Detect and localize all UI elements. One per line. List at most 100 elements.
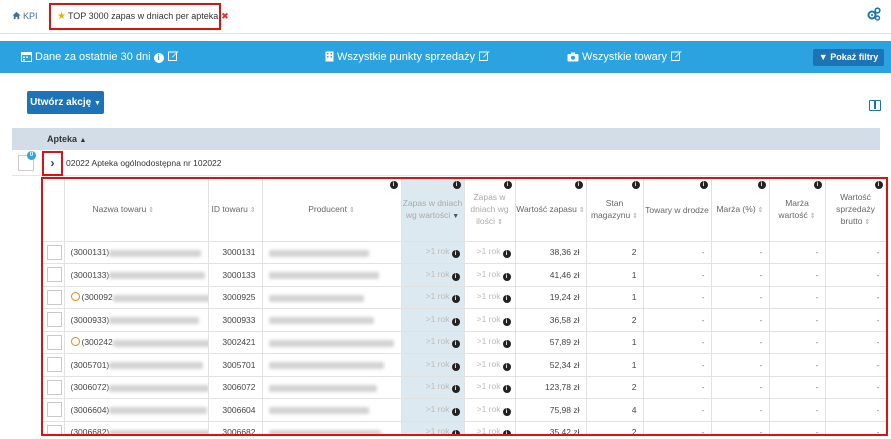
info-icon[interactable]: i: [451, 295, 460, 304]
product-name-cell: (3006072): [64, 376, 209, 399]
header-margin-value[interactable]: Marża wartość ⇕ i: [769, 179, 826, 242]
products-filter[interactable]: Wszystkie towary: [567, 50, 682, 63]
edit-icon[interactable]: [479, 50, 490, 61]
header-id[interactable]: ID towaru ⇕: [208, 179, 263, 242]
sales-gross: -: [825, 263, 886, 287]
table-row[interactable]: (3000133) 3000133 >1 rok i >1 rok i 41,46 zł 1-…: [43, 263, 886, 287]
sales-gross: -: [825, 286, 886, 309]
group-header-label[interactable]: Apteka ▲: [47, 134, 86, 144]
in-transit: -: [643, 398, 712, 422]
info-icon[interactable]: i: [451, 250, 460, 259]
row-checkbox[interactable]: [47, 312, 62, 328]
redacted-text: [109, 429, 207, 434]
row-checkbox[interactable]: [47, 289, 62, 305]
info-icon[interactable]: i: [153, 53, 164, 63]
stock-qty: 1: [586, 263, 644, 287]
margin-value: -: [769, 331, 826, 354]
info-icon[interactable]: i: [813, 181, 822, 189]
table-row[interactable]: (300242 3002421 >1 rok i >1 rok i 57,89 zł 1- - -…: [43, 331, 886, 354]
expand-group-button[interactable]: ›: [42, 151, 63, 176]
points-filter-label: Wszystkie punkty sprzedaży: [337, 51, 476, 63]
stock-days-qty-cell: >1 rok i: [464, 241, 516, 264]
info-icon[interactable]: i: [451, 362, 460, 371]
table-row[interactable]: (3000933) 3000933 >1 rok i >1 rok i 36,58 zł 2-…: [43, 308, 886, 332]
header-sales-gross[interactable]: Wartość sprzedaży brutto ⇕ i: [825, 179, 886, 242]
header-stock-value[interactable]: Wartość zapasu ⇕ i: [515, 179, 587, 242]
info-icon[interactable]: i: [451, 272, 460, 281]
create-action-button[interactable]: Utwórz akcję ▼: [27, 91, 104, 114]
stock-days-value-cell: >1 rok i: [401, 263, 465, 287]
filter-bar: Dane za ostatnie 30 dni i Wszystkie punkt…: [0, 41, 891, 73]
info-icon[interactable]: i: [699, 181, 708, 189]
redacted-text: [109, 384, 207, 392]
info-icon[interactable]: i: [451, 385, 460, 394]
gears-icon[interactable]: [867, 7, 881, 21]
info-icon[interactable]: i: [452, 181, 461, 189]
stock-value: 57,89 zł: [515, 331, 587, 354]
info-icon[interactable]: i: [502, 362, 511, 371]
info-icon[interactable]: i: [502, 250, 511, 259]
info-icon[interactable]: i: [389, 181, 398, 189]
tab-top3000[interactable]: ★ TOP 3000 zapas w dniach per apteka ✖: [49, 3, 229, 30]
info-icon[interactable]: i: [757, 181, 766, 189]
info-icon[interactable]: i: [502, 407, 511, 416]
tab-kpi[interactable]: KPI: [12, 11, 38, 21]
table-row[interactable]: (3005701) 3005701 >1 rok i >1 rok i 52,34 zł 1-…: [43, 353, 886, 377]
info-icon[interactable]: i: [502, 317, 511, 326]
info-icon[interactable]: i: [631, 181, 640, 189]
show-filters-button[interactable]: ▼ Pokaż filtry: [813, 49, 884, 66]
row-checkbox[interactable]: [47, 402, 62, 418]
info-icon[interactable]: i: [451, 430, 460, 434]
info-icon[interactable]: i: [874, 181, 883, 189]
table-row[interactable]: (3000131) 3000131 >1 rok i >1 rok i 38,36 zł 2-…: [43, 241, 886, 264]
margin-value: -: [769, 263, 826, 287]
in-transit: -: [643, 263, 712, 287]
columns-panel-icon[interactable]: [869, 100, 881, 111]
header-stock-days-value[interactable]: Zapas w dniach wg wartości ▼ i: [401, 179, 465, 242]
info-icon[interactable]: i: [574, 181, 583, 189]
sales-gross: -: [825, 398, 886, 422]
info-icon[interactable]: i: [451, 340, 460, 349]
table-header-row: Nazwa towaru ⇕ ID towaru ⇕ Producent ⇕ i Zap…: [43, 179, 886, 242]
header-stock-days-qty[interactable]: Zapas w dniach wg ilości ⇕ i: [464, 179, 516, 242]
info-icon[interactable]: i: [502, 340, 511, 349]
row-checkbox[interactable]: [47, 267, 62, 283]
header-producer[interactable]: Producent ⇕ i: [262, 179, 402, 242]
header-margin-pct[interactable]: Marża (%) ⇕ i: [711, 179, 770, 242]
product-name: (3000131): [70, 247, 110, 258]
stock-days-qty-cell: >1 rok i: [464, 376, 516, 399]
header-name[interactable]: Nazwa towaru ⇕: [64, 179, 209, 242]
table-row[interactable]: (300092 3000925 >1 rok i >1 rok i 19,24 zł 1- - -…: [43, 286, 886, 309]
info-icon[interactable]: i: [502, 430, 511, 434]
header-stock-qty[interactable]: Stan magazynu ⇕ i: [586, 179, 644, 242]
row-checkbox[interactable]: [47, 424, 62, 434]
table-row[interactable]: (3006072) 3006072 >1 rok i >1 rok i 123,78 zł 2…: [43, 376, 886, 399]
info-icon[interactable]: i: [451, 407, 460, 416]
row-checkbox[interactable]: [47, 357, 62, 373]
table-row[interactable]: (3006604) 3006604 >1 rok i >1 rok i 75,98 zł 4-…: [43, 398, 886, 422]
in-transit: -: [643, 376, 712, 399]
header-in-transit[interactable]: Towary w drodze i: [643, 179, 712, 242]
info-icon[interactable]: i: [502, 295, 511, 304]
info-icon[interactable]: i: [503, 181, 512, 189]
redacted-text: [109, 249, 202, 257]
info-icon[interactable]: i: [502, 272, 511, 281]
product-id: 3002421: [208, 331, 263, 354]
info-icon[interactable]: i: [502, 385, 511, 394]
info-icon[interactable]: i: [451, 317, 460, 326]
producer-cell: [262, 376, 402, 399]
period-filter[interactable]: Dane za ostatnie 30 dni i: [21, 50, 179, 63]
row-checkbox[interactable]: [47, 379, 62, 395]
sales-gross: -: [825, 241, 886, 264]
row-checkbox[interactable]: [47, 334, 62, 350]
producer-cell: [262, 331, 402, 354]
row-checkbox[interactable]: [47, 244, 62, 260]
stock-days-value-cell: >1 rok i: [401, 353, 465, 377]
group-count-badge: 0: [27, 151, 36, 160]
close-tab-icon[interactable]: ✖: [221, 11, 229, 21]
star-icon: ★: [57, 11, 66, 22]
edit-icon[interactable]: [670, 50, 682, 61]
table-row[interactable]: (3006682) 3006682 >1 rok i >1 rok i 35,42 zł 2-…: [43, 421, 886, 434]
points-filter[interactable]: Wszystkie punkty sprzedaży: [325, 50, 490, 63]
edit-icon[interactable]: [167, 50, 179, 61]
